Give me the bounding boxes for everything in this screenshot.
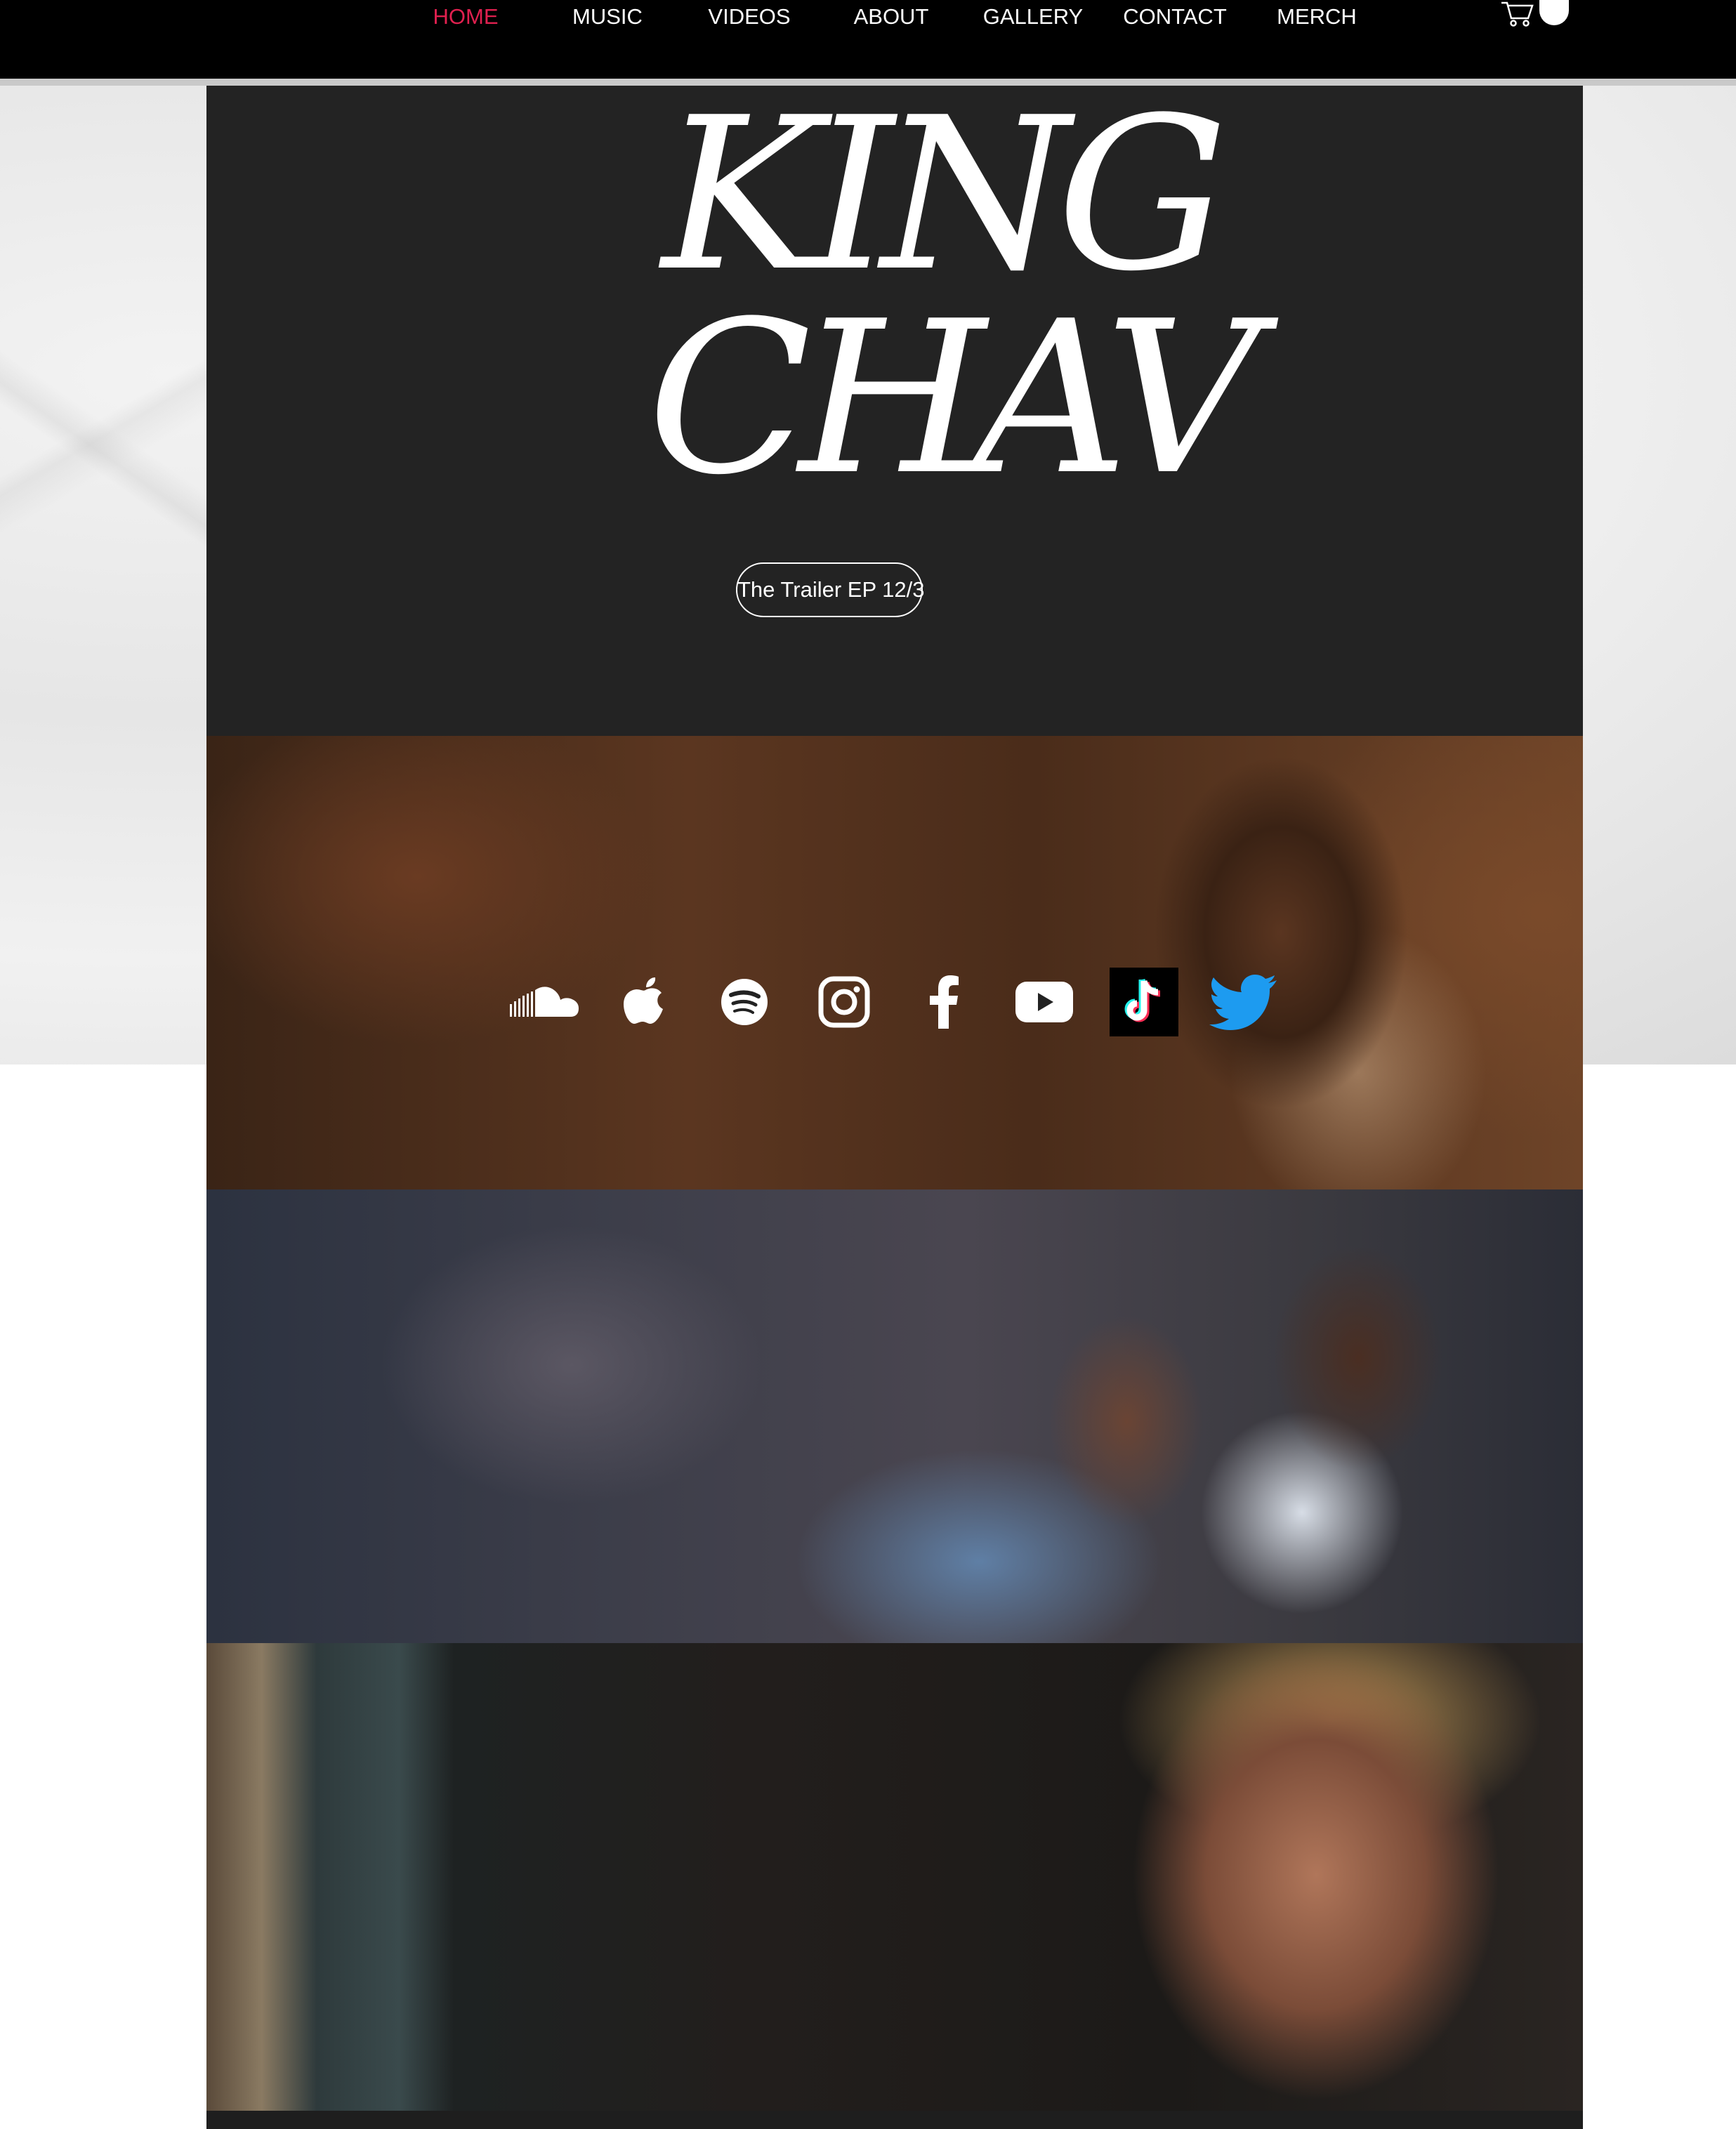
spotify-icon — [721, 979, 768, 1025]
soundcloud-icon — [510, 987, 579, 1017]
nav-music[interactable]: MUSIC — [537, 0, 678, 34]
instagram-link[interactable] — [817, 968, 871, 1036]
twitter-icon — [1209, 975, 1277, 1030]
twitter-link[interactable] — [1208, 968, 1278, 1036]
youtube-icon — [1015, 982, 1073, 1022]
youtube-link[interactable] — [1015, 968, 1073, 1036]
nav-gallery[interactable]: GALLERY — [963, 0, 1103, 34]
page-bottom-strip — [206, 2111, 1583, 2129]
top-nav-bar: HOME MUSIC VIDEOS ABOUT GALLERY CONTACT … — [0, 0, 1736, 79]
photo-panel-woman — [206, 1643, 1583, 2111]
apple-music-icon — [624, 977, 663, 1024]
facebook-icon — [930, 975, 959, 1029]
cart-icon — [1501, 1, 1534, 27]
nav-home[interactable]: HOME — [395, 0, 536, 34]
site-title-line1: KING — [662, 72, 1228, 317]
tiktok-link[interactable] — [1110, 968, 1178, 1036]
site-title-line2: CHAV — [647, 276, 1261, 521]
photo-panel-man — [206, 736, 1583, 1189]
nav-contact[interactable]: CONTACT — [1105, 0, 1245, 34]
nav-merch[interactable]: MERCH — [1247, 0, 1387, 34]
tiktok-icon — [1124, 978, 1161, 1022]
instagram-icon — [818, 976, 870, 1028]
apple-music-link[interactable] — [621, 968, 670, 1036]
nav-about[interactable]: ABOUT — [821, 0, 961, 34]
trailer-ep-button[interactable]: The Trailer EP 12/3 — [736, 562, 925, 617]
nav-videos[interactable]: VIDEOS — [679, 0, 820, 34]
photo-panel-couple — [206, 1189, 1583, 1643]
soundcloud-link[interactable] — [508, 968, 581, 1036]
facebook-link[interactable] — [924, 968, 964, 1036]
spotify-link[interactable] — [719, 968, 770, 1036]
